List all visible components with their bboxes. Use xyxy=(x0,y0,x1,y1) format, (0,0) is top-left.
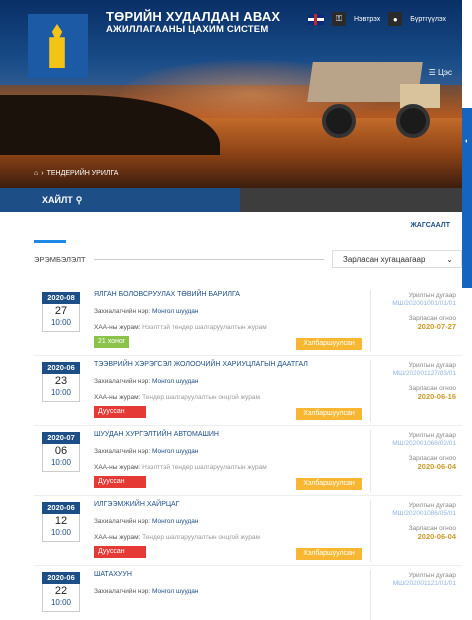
tender-item[interactable]: 2020-07 06 10:00 ШУУДАН ХУРГЭЛТИЙН АВТОМА… xyxy=(34,426,462,496)
tender-date: 2020-08 27 10:00 xyxy=(42,292,80,332)
tender-day: 27 xyxy=(54,305,68,317)
tender-code: МШ/202001121/01/01 xyxy=(392,580,456,587)
tender-item[interactable]: 2020-06 22 10:00 ШАТАХУУН Захиалагчийн нэ… xyxy=(34,566,462,620)
user-icon: ● xyxy=(388,12,403,26)
tender-info: Урилгын дугаар МШ/202001068/02/01 Зарлас… xyxy=(370,430,456,492)
tender-time: 10:00 xyxy=(50,598,72,607)
tender-type: ХАА-ны журам: Тендер шалгаруулалтын онцг… xyxy=(94,534,260,541)
tender-code: МШ/202001001/01/01 xyxy=(392,300,456,307)
status-badge: Дууссан xyxy=(94,406,146,418)
home-icon[interactable]: ⌂ xyxy=(34,170,38,177)
search-toggle-button[interactable]: ХАЙЛТ ⚲ xyxy=(0,188,240,212)
tender-year-month: 2020-06 xyxy=(42,362,80,374)
site-title: ТӨРИЙН ХУДАЛДАН АВАХ АЖИЛЛАГААНЫ ЦАХИМ С… xyxy=(106,10,280,36)
tender-type: ХАА-ны журам: Нээлттэй тендер шалгаруула… xyxy=(94,324,267,331)
list-view-link[interactable]: ЖАГСААЛТ xyxy=(410,222,450,229)
tender-date: 2020-06 12 10:00 xyxy=(42,502,80,542)
tender-time: 10:00 xyxy=(50,318,72,327)
tender-item[interactable]: 2020-06 23 10:00 ТЭЭВРИЙН ХЭРЭГСЭЛ ЖОЛООЧ… xyxy=(34,356,462,426)
chevron-down-icon: ⌄ xyxy=(446,254,453,264)
tender-title-link[interactable]: ШУУДАН ХУРГЭЛТИЙН АВТОМАШИН xyxy=(94,431,354,438)
site-title-line2: АЖИЛЛАГААНЫ ЦАХИМ СИСТЕМ xyxy=(106,24,269,35)
tender-customer: Захиалагчийн нэр: Монгол шуудан xyxy=(94,588,199,595)
register-link[interactable]: Бүртгүүлэх xyxy=(410,16,446,23)
progress-badge: Хэлбаршуулсан xyxy=(296,338,362,350)
menu-button[interactable]: ☰ Цэс xyxy=(429,68,452,77)
tender-code: МШ/202001127/03/01 xyxy=(392,370,456,377)
sort-label: ЭРЭМБЭЛЭЛТ xyxy=(34,254,86,264)
status-badge: 21 хоног xyxy=(94,336,130,348)
breadcrumb: ⌂ › ТЕНДЕРИЙН УРИЛГА xyxy=(34,170,118,177)
accent-line xyxy=(34,240,66,243)
tender-code: МШ/202001086/05/01 xyxy=(392,510,456,517)
tender-date: 2020-07 06 10:00 xyxy=(42,432,80,472)
tender-time: 10:00 xyxy=(50,388,72,397)
panel-icon: ◐ xyxy=(464,138,470,145)
tender-date: 2020-06 22 10:00 xyxy=(42,572,80,612)
tender-customer: Захиалагчийн нэр: Монгол шуудан xyxy=(94,308,199,315)
state-emblem-logo[interactable] xyxy=(28,14,88,78)
tender-day: 22 xyxy=(54,585,68,597)
english-flag-icon[interactable] xyxy=(308,13,324,25)
tender-title-link[interactable]: ТЭЭВРИЙН ХЭРЭГСЭЛ ЖОЛООЧИЙН ХАРИУЦЛАГЫН … xyxy=(94,361,354,368)
tender-type: ХАА-ны журам: Тендер шалгаруулалтын онцг… xyxy=(94,394,260,401)
progress-badge: Хэлбаршуулсан xyxy=(296,408,362,420)
tender-info: Урилгын дугаар МШ/202001001/01/01 Зарлас… xyxy=(370,290,456,352)
hero-banner: ТӨРИЙН ХУДАЛДАН АВАХ АЖИЛЛАГААНЫ ЦАХИМ С… xyxy=(0,0,462,188)
tender-customer: Захиалагчийн нэр: Монгол шуудан xyxy=(94,518,199,525)
tender-year-month: 2020-08 xyxy=(42,292,80,304)
status-badge: Дууссан xyxy=(94,546,146,558)
hamburger-icon: ☰ xyxy=(428,68,436,77)
tender-day: 06 xyxy=(54,445,68,457)
announce-date: 2020-06-16 xyxy=(417,392,456,401)
tender-day: 23 xyxy=(54,375,68,387)
site-title-line1: ТӨРИЙН ХУДАЛДАН АВАХ xyxy=(106,9,281,24)
tender-item[interactable]: 2020-08 27 10:00 ЯЛГАН БОЛОВСРУУЛАХ ТӨВИЙ… xyxy=(34,286,462,356)
tender-customer: Захиалагчийн нэр: Монгол шуудан xyxy=(94,378,199,385)
tender-title-link[interactable]: ЯЛГАН БОЛОВСРУУЛАХ ТӨВИЙН БАРИЛГА xyxy=(94,291,354,298)
tender-year-month: 2020-06 xyxy=(42,502,80,514)
sort-select-value: Зарласан хугацаагаар xyxy=(343,254,426,264)
breadcrumb-current: ТЕНДЕРИЙН УРИЛГА xyxy=(46,170,119,177)
side-quick-panel[interactable]: ◐ xyxy=(462,108,472,288)
key-icon: ⚿ xyxy=(332,12,346,26)
tender-item[interactable]: 2020-06 12 10:00 ИЛГЭЭМЖИЙН ХАЙРЦАГ Захиа… xyxy=(34,496,462,566)
mining-truck-image xyxy=(300,62,450,142)
search-icon: ⚲ xyxy=(75,194,83,205)
tender-date: 2020-06 23 10:00 xyxy=(42,362,80,402)
search-label: ХАЙЛТ xyxy=(42,195,73,205)
tender-day: 12 xyxy=(54,515,68,527)
breadcrumb-separator-icon: › xyxy=(41,170,44,177)
sort-select[interactable]: Зарласан хугацаагаар ⌄ xyxy=(332,250,462,268)
progress-badge: Хэлбаршуулсан xyxy=(296,478,362,490)
tender-info: Урилгын дугаар МШ/202001086/05/01 Зарлас… xyxy=(370,500,456,562)
menu-label: Цэс xyxy=(438,68,452,77)
announce-date: 2020-06-04 xyxy=(417,532,456,541)
login-link[interactable]: Нэвтрэх xyxy=(354,16,380,23)
divider xyxy=(93,258,324,260)
tender-type: ХАА-ны журам: Нээлттэй тендер шалгаруула… xyxy=(94,464,267,471)
tender-customer: Захиалагчийн нэр: Монгол шуудан xyxy=(94,448,199,455)
tender-list: 2020-08 27 10:00 ЯЛГАН БОЛОВСРУУЛАХ ТӨВИЙ… xyxy=(34,286,462,620)
filter-row: ЭРЭМБЭЛЭЛТ Зарласан хугацаагаар ⌄ xyxy=(34,250,462,268)
tender-year-month: 2020-07 xyxy=(42,432,80,444)
announce-date: 2020-06-04 xyxy=(417,462,456,471)
tender-info: Урилгын дугаар МШ/202001121/01/01 xyxy=(370,570,456,620)
announce-date: 2020-07-27 xyxy=(417,322,456,331)
tender-title-link[interactable]: ШАТАХУУН xyxy=(94,571,354,578)
top-bar: ⚿ Нэвтрэх ● Бүртгүүлэх xyxy=(308,12,446,26)
tender-info: Урилгын дугаар МШ/202001127/03/01 Зарлас… xyxy=(370,360,456,422)
search-bar: ХАЙЛТ ⚲ xyxy=(0,188,462,212)
tender-time: 10:00 xyxy=(50,458,72,467)
progress-badge: Хэлбаршуулсан xyxy=(296,548,362,560)
tender-year-month: 2020-06 xyxy=(42,572,80,584)
tender-title-link[interactable]: ИЛГЭЭМЖИЙН ХАЙРЦАГ xyxy=(94,501,354,508)
tender-code: МШ/202001068/02/01 xyxy=(392,440,456,447)
tender-time: 10:00 xyxy=(50,528,72,537)
status-badge: Дууссан xyxy=(94,476,146,488)
